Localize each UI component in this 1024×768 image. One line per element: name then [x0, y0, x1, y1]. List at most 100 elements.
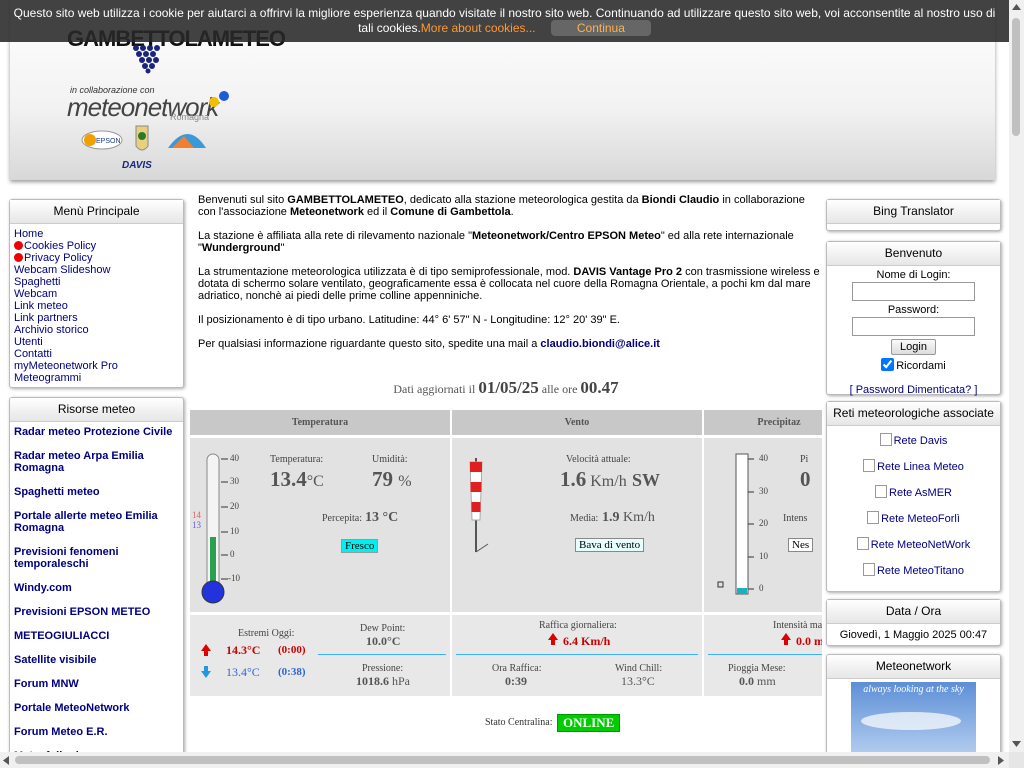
resource-link[interactable]: Portale MeteoNetwork	[10, 698, 183, 722]
network-link[interactable]: Rete Linea Meteo	[831, 454, 996, 480]
horizontal-scroll-thumb[interactable]	[15, 756, 990, 764]
vertical-scrollbar[interactable]	[1009, 0, 1024, 752]
cloud-shape	[861, 712, 961, 730]
cookie-more-link[interactable]: More about cookies...	[421, 21, 536, 35]
dew-point-value: 10.0°C	[366, 634, 401, 648]
partner-logos-icon: EPSON	[81, 125, 206, 151]
menu-item-meteogrammi[interactable]: Meteogrammi	[14, 372, 179, 384]
resource-link[interactable]: Previsioni fenomeni temporaleschi	[10, 542, 183, 578]
network-link[interactable]: Rete Davis	[831, 428, 996, 454]
password-label: Password:	[887, 304, 940, 316]
password-input[interactable]	[852, 317, 975, 336]
wind-tag: Bava di vento	[575, 538, 645, 552]
network-link[interactable]: Rete AsMER	[831, 480, 996, 506]
meteonetwork-banner[interactable]: always looking at the sky	[851, 682, 976, 759]
menu-item-spaghetti[interactable]: Spaghetti	[14, 276, 179, 288]
red-dot-icon	[14, 241, 23, 250]
menu-item-cookies-policy[interactable]: Cookies Policy	[14, 240, 179, 252]
horizontal-scrollbar[interactable]	[0, 752, 1009, 768]
network-link[interactable]: Rete MeteoTitano	[831, 558, 996, 584]
gust-value: 6.4 Km/h	[563, 634, 611, 648]
menu-item-privacy-policy[interactable]: Privacy Policy	[14, 252, 179, 264]
broken-image-icon	[867, 511, 880, 524]
forgot-password-link[interactable]: [ Password Dimenticata? ]	[831, 384, 996, 396]
rain-scale-label: 20	[759, 518, 768, 528]
data-updated-line: Dati aggiornati il 01/05/25 alle ore 00.…	[393, 378, 619, 397]
arrow-down-blue-icon	[201, 666, 211, 678]
resource-link[interactable]: Forum Meteo E.R.	[10, 722, 183, 746]
resource-link[interactable]: Satellite visibile	[10, 650, 183, 674]
resource-link[interactable]: METEOGIULIACCI	[10, 626, 183, 650]
divider	[708, 654, 822, 655]
temp-label: Temperatura:	[270, 454, 324, 465]
email-link[interactable]: claudio.biondi@alice.it	[540, 338, 660, 350]
rain-gauge-icon	[717, 453, 754, 595]
station-status-badge: ONLINE	[557, 714, 621, 732]
red-dot-icon	[14, 253, 23, 262]
temp-min-value: 13.4°C	[226, 665, 260, 679]
broken-image-icon	[862, 563, 875, 576]
scroll-up-arrow-icon[interactable]	[1012, 4, 1021, 10]
menu-item-utenti[interactable]: Utenti	[14, 336, 179, 348]
login-form: Nome di Login: Password: Login Ricordami…	[827, 266, 1000, 402]
temp-min-time: (0:38)	[278, 666, 306, 678]
thermo-scale-label: 20	[230, 501, 239, 511]
resource-link[interactable]: Radar meteo Arpa Emilia Romagna	[10, 446, 183, 482]
rain-tag: Nes	[788, 538, 814, 552]
resource-link[interactable]: Radar meteo Protezione Civile	[10, 422, 183, 446]
intro-text: Benvenuti sul sito GAMBETTOLAMETEO, dedi…	[198, 194, 820, 362]
network-link[interactable]: Rete MeteoForlì	[831, 506, 996, 532]
menu-item-webcam-slideshow[interactable]: Webcam Slideshow	[14, 264, 179, 276]
vertical-scroll-thumb[interactable]	[1012, 18, 1020, 136]
resource-link[interactable]: Previsioni EPSON METEO	[10, 602, 183, 626]
temperature-panel: 40 30 20 10 0 -10 14 13 Temperatura: 13.…	[190, 438, 450, 612]
rain-value: 0	[800, 467, 811, 491]
wind-gust-panel: Raffica giornaliera: 6.4 Km/h Ora Raffic…	[452, 615, 702, 696]
network-link[interactable]: Rete MeteoNetWork	[831, 532, 996, 558]
arrow-up-red-icon	[781, 633, 791, 645]
resource-link[interactable]: Windy.com	[10, 578, 183, 602]
meteonetwork-dots-icon	[209, 91, 229, 107]
menu-item-label: Cookies Policy	[24, 240, 97, 252]
humidity-label: Umidità:	[372, 454, 408, 465]
davis-logo: DAVIS	[122, 160, 152, 171]
remember-me-checkbox[interactable]	[881, 358, 895, 371]
scroll-down-arrow-icon[interactable]	[1012, 741, 1021, 747]
username-label: Nome di Login:	[876, 269, 951, 281]
menu-item-link-meteo[interactable]: Link meteo	[14, 300, 179, 312]
update-date: 01/05/25	[478, 378, 539, 397]
thermo-scale-label: -10	[228, 573, 240, 583]
menu-item-link-partners[interactable]: Link partners	[14, 312, 179, 324]
intro-paragraph: Il posizionamento è di tipo urbano. Lati…	[198, 314, 620, 326]
menu-item-label: Privacy Policy	[24, 252, 93, 264]
bing-translator-box: Bing Translator	[826, 199, 1001, 231]
arrow-up-red-icon	[548, 633, 558, 645]
resource-link[interactable]: Portale allerte meteo Emilia Romagna	[10, 506, 183, 542]
wind-panel: Velocità attuale: 1.6 Km/h SW Media: 1.9…	[452, 438, 702, 612]
login-button[interactable]: Login	[891, 339, 936, 355]
resource-link[interactable]: Spaghetti meteo	[10, 482, 183, 506]
temperature-extremes-panel: Estremi Oggi: 14.3°C (0:00) 13.4°C (0:38…	[190, 615, 450, 696]
divider	[456, 654, 698, 655]
perceived-label: Percepita:	[322, 513, 362, 524]
cookie-continue-button[interactable]: Continua	[550, 20, 651, 36]
menu-item-archivio-storico[interactable]: Archivio storico	[14, 324, 179, 336]
resource-link[interactable]: Forum MNW	[10, 674, 183, 698]
cookie-text-line1: Questo sito web utilizza i cookie per ai…	[13, 6, 996, 20]
menu-item-home[interactable]: Home	[14, 228, 179, 240]
thermo-max-marker: 14	[192, 510, 201, 520]
thermometer-icon	[201, 453, 228, 604]
menu-item-mymeteonetwork-pro[interactable]: myMeteonetwork Pro	[14, 360, 179, 372]
menu-item-webcam[interactable]: Webcam	[14, 288, 179, 300]
broken-image-icon	[879, 433, 892, 446]
wind-speed-label: Velocità attuale:	[566, 454, 631, 465]
scroll-left-arrow-icon[interactable]	[3, 756, 9, 765]
rain-month-value: 0.0 mm	[739, 674, 776, 688]
broken-image-icon	[856, 537, 869, 550]
scroll-right-arrow-icon[interactable]	[998, 756, 1004, 765]
menu-item-contatti[interactable]: Contatti	[14, 348, 179, 360]
svg-text:EPSON: EPSON	[96, 138, 121, 145]
banner-text: always looking at the sky	[863, 684, 964, 695]
username-input[interactable]	[852, 282, 975, 301]
rain-intensity-max-label: Intensità ma	[773, 620, 822, 631]
